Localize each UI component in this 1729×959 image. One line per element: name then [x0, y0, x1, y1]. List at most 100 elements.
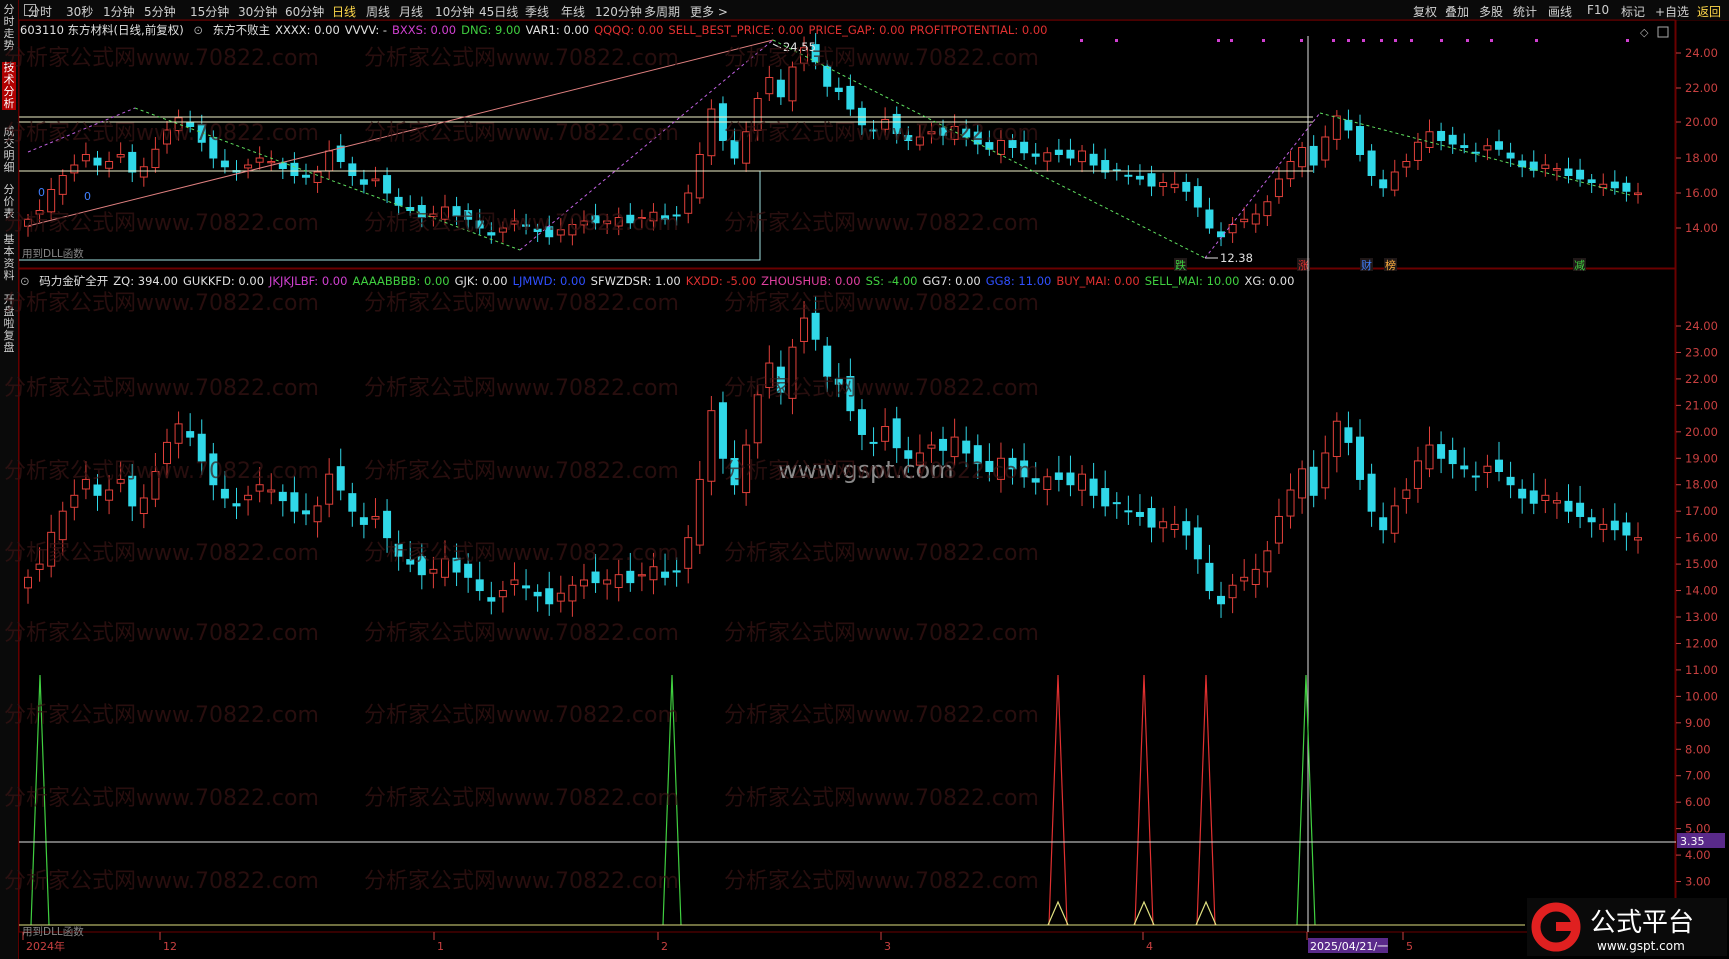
- candle-body: [637, 574, 646, 577]
- candle-body: [1610, 181, 1619, 189]
- candle-body: [568, 584, 577, 602]
- indicator-value: QQQQ: 0.00: [594, 23, 664, 37]
- candle-body: [1321, 136, 1330, 161]
- x-axis-label: 2: [661, 940, 668, 953]
- indicator-value: VVVV: -: [344, 23, 388, 37]
- candle-body: [186, 431, 195, 438]
- candle-body: [255, 484, 264, 492]
- candle-body: [1599, 523, 1608, 530]
- candle-body: [1437, 130, 1446, 142]
- indicator-value: GUKKFD: 0.00: [183, 274, 265, 288]
- watermark-text: 分析家公式网www.70822.com: [4, 459, 319, 484]
- candle-body: [105, 489, 114, 501]
- candle-body: [707, 410, 716, 482]
- y-axis-label: 22.00: [1685, 372, 1718, 386]
- signal-dot: [1380, 39, 1383, 42]
- watermark-text: 分析家公式网www.70822.com: [364, 703, 679, 728]
- candle-body: [1124, 174, 1133, 177]
- candle-body: [498, 590, 507, 598]
- candle-body: [1390, 171, 1399, 191]
- candle-body: [1564, 500, 1573, 512]
- candle-body: [510, 579, 519, 586]
- y-axis-label: 24.00: [1685, 319, 1718, 333]
- candle-body: [220, 160, 229, 168]
- candle-body: [1112, 502, 1121, 505]
- candle-body: [1437, 444, 1446, 459]
- candle-body: [603, 579, 612, 585]
- signal-badge: 减: [1574, 259, 1585, 272]
- candle-body: [1309, 145, 1318, 166]
- candle-body: [1205, 209, 1214, 229]
- zigzag-line: [1319, 112, 1631, 196]
- watermark-text: 分析家公式网www.70822.com: [364, 376, 679, 401]
- indicator-value: SELL_BEST_PRICE: 0.00: [668, 23, 804, 37]
- y-axis-label: 16.00: [1685, 186, 1718, 200]
- candle-body: [1054, 149, 1063, 155]
- candle-body: [475, 579, 484, 592]
- candle-body: [1448, 449, 1457, 465]
- watermark-text: 分析家公式网www.70822.com: [724, 869, 1039, 894]
- candle-body: [684, 192, 693, 214]
- candle-body: [429, 568, 438, 574]
- indicator-value: GG7: 0.00: [922, 274, 981, 288]
- stock-title: 603110 东方材料(日线,前复权): [20, 23, 184, 37]
- candle-body: [1170, 523, 1179, 531]
- candle-body: [325, 150, 334, 172]
- indicator-value: PRICE_GAP: 0.00: [808, 23, 905, 37]
- candle-body: [892, 418, 901, 449]
- candle-body: [336, 466, 345, 491]
- settings-icon[interactable]: ⊙: [193, 23, 203, 37]
- candle-body: [1251, 213, 1260, 225]
- candle-body: [1078, 473, 1087, 491]
- candle-body: [313, 171, 322, 183]
- watermark-text: 分析家公式网www.70822.com: [4, 291, 319, 316]
- candle-body: [1286, 161, 1295, 180]
- candle-body: [1356, 126, 1365, 156]
- sub-panel-frame: [18, 268, 1676, 933]
- candle-body: [1251, 568, 1260, 585]
- watermark-text: 分析家公式网www.70822.com: [4, 541, 319, 566]
- candle-body: [1564, 168, 1573, 176]
- watermark-text: 分析家公式网www.70822.com: [4, 869, 319, 894]
- watermark-text: 分析家公式网www.70822.com: [724, 703, 1039, 728]
- chart-canvas[interactable]: 24.0022.0020.0018.0016.0014.0024.0023.00…: [0, 0, 1729, 959]
- signal-dot: [1626, 39, 1629, 42]
- candle-body: [950, 436, 959, 458]
- watermark-text: 分析家公式网www.70822.com: [724, 291, 1039, 316]
- watermark-text: 分析家公式网www.70822.com: [4, 621, 319, 646]
- logo-title: 公式平台: [1590, 908, 1694, 938]
- candle-body: [348, 493, 357, 512]
- candle-body: [1286, 489, 1295, 517]
- candle-body: [232, 503, 241, 507]
- candle-body: [788, 66, 797, 102]
- indicator-value: DNG: 9.00: [461, 23, 521, 37]
- candle-body: [1379, 179, 1388, 189]
- signal-dot: [1230, 39, 1233, 42]
- candle-body: [1332, 420, 1341, 458]
- candle-body: [1483, 465, 1492, 473]
- x-axis-label: 2025/04/21/一: [1310, 940, 1388, 953]
- settings-icon[interactable]: ⊙: [20, 274, 30, 288]
- main-indicator-legend: 603110 东方材料(日线,前复权) ⊙ 东方不败主 XXXX: 0.00 VVV…: [20, 22, 1058, 38]
- candle-body: [1240, 576, 1249, 582]
- indicator-value: ZQ: 394.00: [113, 274, 178, 288]
- candle-body: [1228, 584, 1237, 599]
- candle-body: [1182, 181, 1191, 192]
- y-axis-label: 7.00: [1685, 769, 1711, 783]
- signal-dot: [1080, 39, 1083, 42]
- candle-body: [1182, 521, 1191, 536]
- candle-body: [1367, 473, 1376, 512]
- candle-body: [1425, 444, 1434, 470]
- signal-dot: [1332, 39, 1335, 42]
- candle-body: [70, 164, 79, 174]
- candle-body: [301, 174, 310, 178]
- watermark-text: 分析家公式网www.70822.com: [4, 376, 319, 401]
- candle-body: [1274, 515, 1283, 544]
- signal-dot: [1300, 39, 1303, 42]
- watermark-text: 分析家公式网www.70822.com: [724, 459, 1039, 484]
- y-axis-label: 18.00: [1685, 478, 1718, 492]
- y-axis-label: 8.00: [1685, 742, 1711, 756]
- watermark-text: 分析家公式网www.70822.com: [4, 703, 319, 728]
- candle-body: [1495, 141, 1504, 150]
- indicator-value: SELL_MAI: 10.00: [1144, 274, 1240, 288]
